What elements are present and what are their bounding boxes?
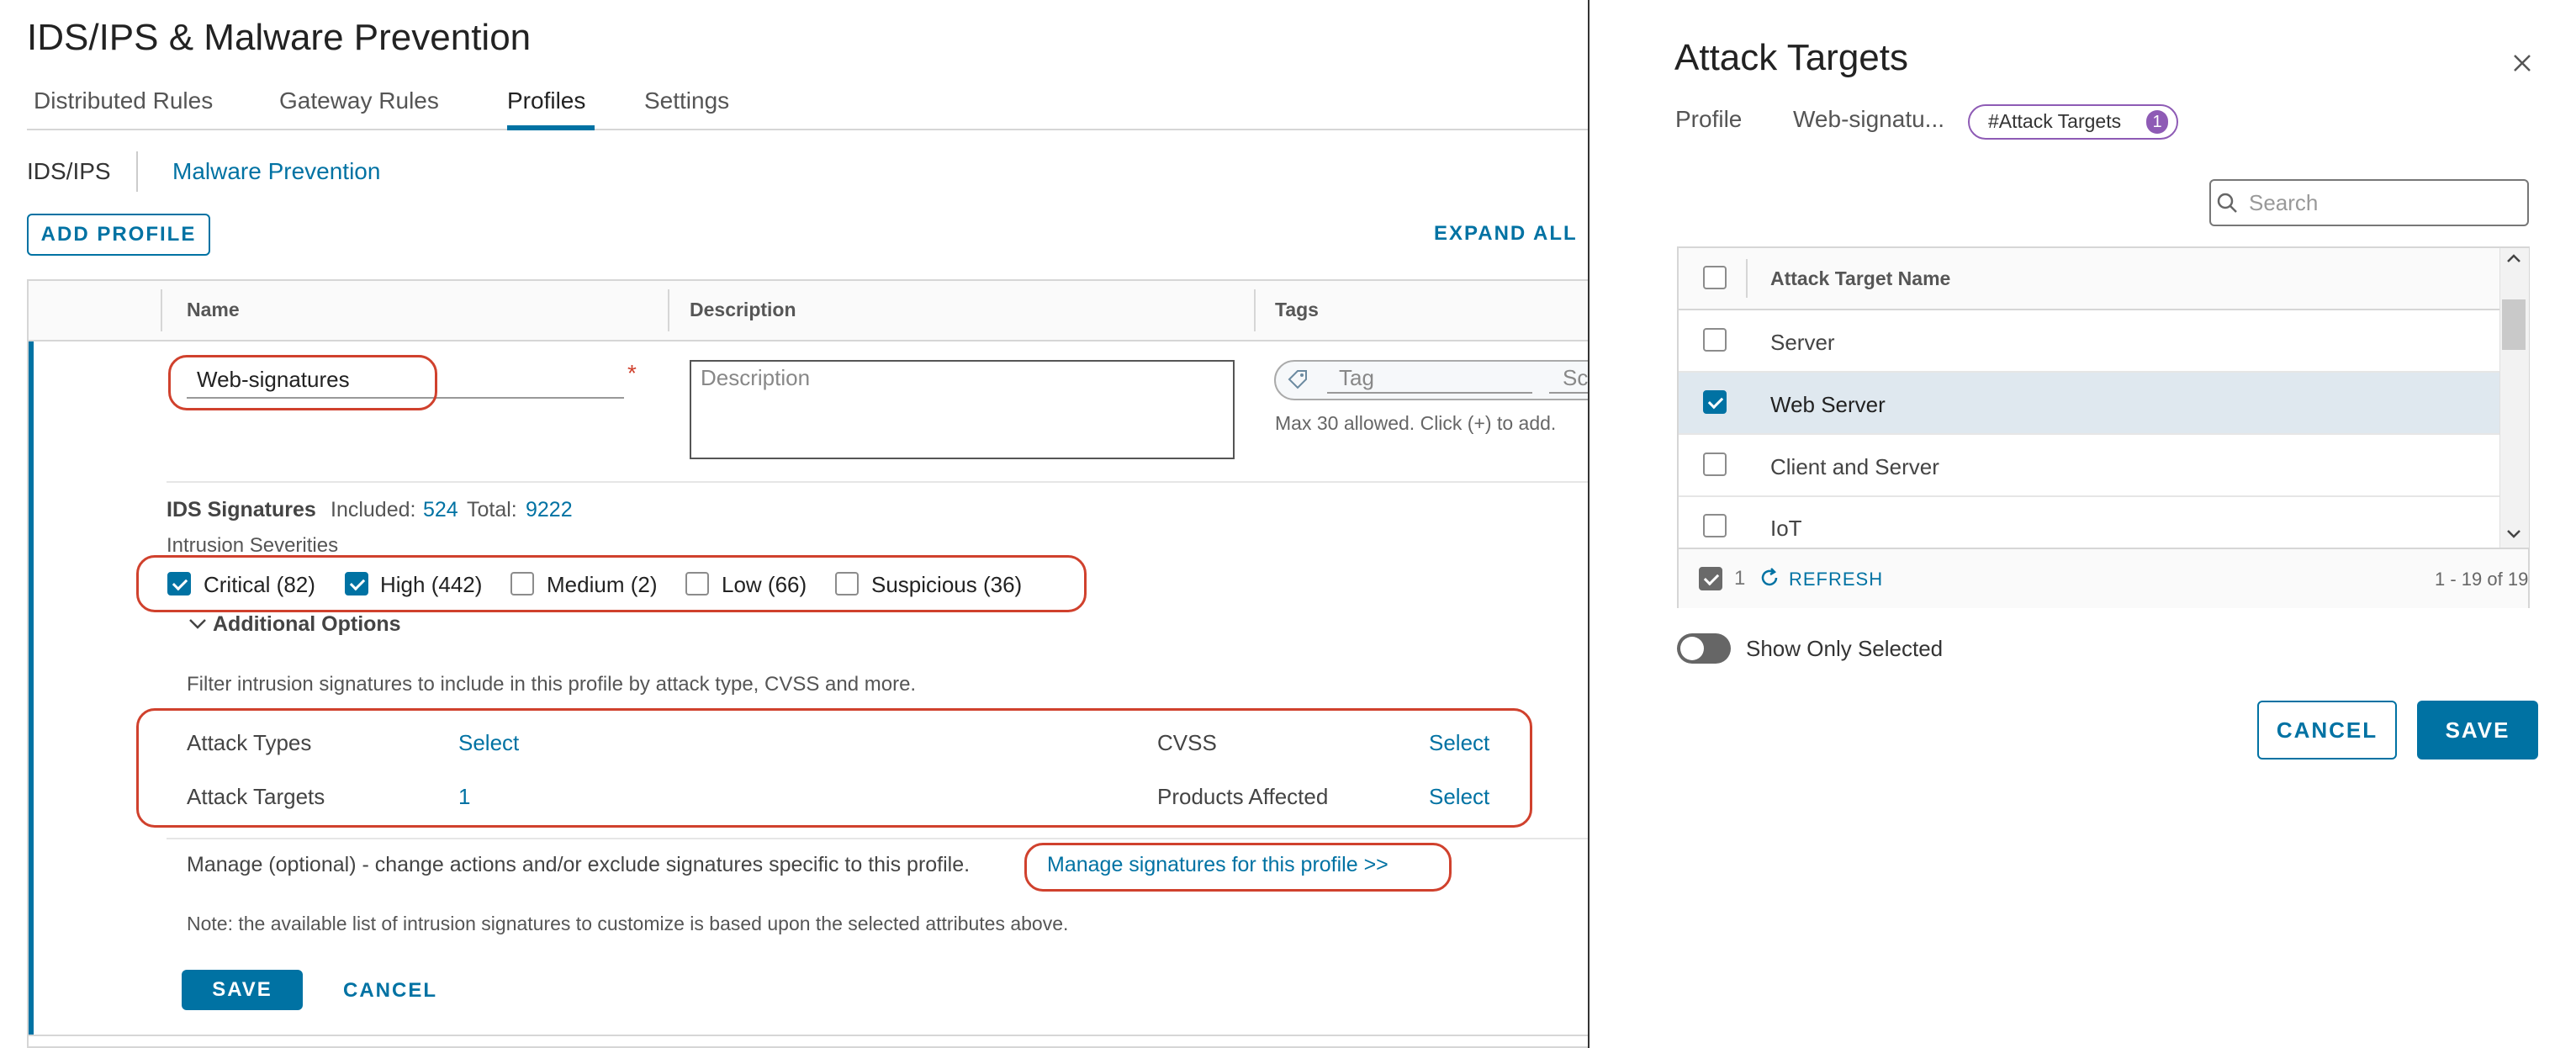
scroll-down-icon[interactable]	[2506, 528, 2521, 538]
row-checkbox-web-server[interactable]	[1703, 390, 1727, 414]
chip-count-badge: 1	[2146, 110, 2168, 134]
severity-suspicious-label: Suspicious (36)	[871, 572, 1023, 597]
tag-icon	[1287, 368, 1309, 390]
column-header-description[interactable]: Description	[690, 299, 796, 321]
manage-signatures-link[interactable]: Manage signatures for this profile >>	[1047, 853, 1389, 877]
active-tab-indicator	[507, 125, 595, 130]
tab-gateway-rules[interactable]: Gateway Rules	[279, 87, 439, 114]
total-value[interactable]: 9222	[526, 498, 573, 522]
panel-cancel-button[interactable]: CANCEL	[2257, 701, 2397, 760]
severity-critical-checkbox[interactable]	[167, 572, 191, 595]
severity-low-checkbox[interactable]	[685, 572, 709, 595]
header-sep-1	[161, 289, 162, 331]
row-checkbox-iot[interactable]	[1703, 514, 1727, 537]
search-placeholder: Search	[2249, 190, 2319, 215]
pagination-text: 1 - 19 of 19	[2435, 569, 2529, 590]
search-icon	[2215, 191, 2239, 214]
tab-profiles[interactable]: Profiles	[507, 87, 585, 114]
row-bottom-border	[29, 1035, 1589, 1036]
table-header	[29, 281, 1589, 341]
select-all-checkbox[interactable]	[1703, 266, 1727, 289]
tag-placeholder: Tag	[1339, 365, 1374, 390]
breadcrumb-profile: Profile	[1675, 106, 1743, 132]
row-label-server: Server	[1770, 330, 1835, 355]
tab-distributed-rules[interactable]: Distributed Rules	[34, 87, 213, 114]
attack-targets-count-link[interactable]: 1	[458, 784, 470, 810]
severity-high-label: High (442)	[380, 572, 483, 597]
scroll-up-icon[interactable]	[2506, 252, 2521, 262]
severity-low-label: Low (66)	[722, 572, 807, 597]
grid-header-sep	[1746, 259, 1748, 298]
cvss-label: CVSS	[1157, 730, 1217, 755]
refresh-button[interactable]: REFRESH	[1789, 569, 1883, 590]
included-value[interactable]: 524	[423, 498, 458, 522]
row-label-iot: IoT	[1770, 516, 1802, 541]
subtab-divider	[136, 151, 138, 192]
expanded-row-accent	[29, 341, 34, 1035]
subtab-malware-prevention[interactable]: Malware Prevention	[172, 158, 380, 185]
profile-cancel-button[interactable]: CANCEL	[343, 979, 437, 1003]
filter-description: Filter intrusion signatures to include i…	[187, 673, 917, 696]
cvss-select[interactable]: Select	[1429, 730, 1489, 756]
intrusion-severities-label: Intrusion Severities	[167, 534, 339, 557]
name-input-underline	[187, 397, 624, 399]
profile-save-button[interactable]: SAVE	[182, 970, 303, 1010]
chevron-down-icon[interactable]	[188, 617, 207, 631]
grid-scrollbar[interactable]	[2499, 248, 2529, 548]
severity-critical-label: Critical (82)	[204, 572, 315, 597]
products-affected-select[interactable]: Select	[1429, 784, 1489, 810]
header-sep-2	[668, 289, 669, 331]
scrollbar-thumb[interactable]	[2502, 299, 2526, 350]
severity-medium-checkbox[interactable]	[510, 572, 534, 595]
attack-types-label: Attack Types	[187, 730, 312, 755]
tabs-divider	[27, 129, 1589, 130]
tab-settings[interactable]: Settings	[644, 87, 729, 114]
tag-underline	[1327, 392, 1532, 394]
panel-title: Attack Targets	[1674, 37, 1908, 78]
total-label: Total:	[467, 498, 517, 521]
add-profile-button[interactable]: ADD PROFILE	[27, 214, 210, 256]
row-checkbox-client-and-server[interactable]	[1703, 453, 1727, 476]
note-text: Note: the available list of intrusion si…	[187, 913, 1069, 934]
manage-description: Manage (optional) - change actions and/o…	[187, 853, 971, 876]
severity-medium-label: Medium (2)	[547, 572, 658, 597]
show-only-selected-label: Show Only Selected	[1746, 636, 1944, 661]
column-header-name[interactable]: Name	[187, 299, 240, 321]
scope-placeholder: Sc	[1563, 365, 1589, 390]
included-label: Included:	[331, 498, 416, 521]
required-asterisk: *	[627, 360, 637, 386]
tags-help-text: Max 30 allowed. Click (+) to add.	[1275, 412, 1557, 434]
tag-input-pill[interactable]	[1274, 360, 1611, 400]
selected-count: 1	[1734, 567, 1746, 590]
column-header-attack-target-name[interactable]: Attack Target Name	[1770, 267, 1950, 290]
column-header-tags[interactable]: Tags	[1275, 299, 1319, 321]
severity-suspicious-checkbox[interactable]	[835, 572, 859, 595]
attack-types-select[interactable]: Select	[458, 730, 519, 756]
expand-all-button[interactable]: EXPAND ALL	[1434, 222, 1578, 246]
subtab-ids-ips[interactable]: IDS/IPS	[27, 158, 111, 185]
attack-targets-label: Attack Targets	[187, 784, 325, 809]
footer-selection-checkbox[interactable]	[1699, 567, 1722, 590]
products-affected-label: Products Affected	[1157, 784, 1329, 809]
manage-divider	[167, 838, 1589, 839]
severity-high-checkbox[interactable]	[345, 572, 368, 595]
row-label-client-and-server: Client and Server	[1770, 454, 1939, 479]
row-checkbox-server[interactable]	[1703, 328, 1727, 352]
refresh-icon[interactable]	[1758, 566, 1781, 590]
scope-underline	[1549, 392, 1589, 394]
description-placeholder: Description	[701, 365, 811, 390]
chip-label: #Attack Targets	[1988, 110, 2122, 132]
row-divider	[167, 481, 1589, 483]
additional-options-toggle[interactable]: Additional Options	[213, 612, 401, 637]
header-sep-3	[1254, 289, 1256, 331]
toggle-knob	[1680, 637, 1704, 660]
close-icon[interactable]	[2511, 52, 2533, 74]
panel-save-button[interactable]: SAVE	[2417, 701, 2538, 760]
row-label-web-server: Web Server	[1770, 392, 1886, 417]
page-title: IDS/IPS & Malware Prevention	[27, 17, 532, 58]
breadcrumb-profile-name: Web-signatu...	[1793, 106, 1945, 132]
profile-name-input[interactable]: Web-signatures	[197, 367, 350, 393]
ids-signatures-label: IDS Signatures	[167, 498, 316, 521]
